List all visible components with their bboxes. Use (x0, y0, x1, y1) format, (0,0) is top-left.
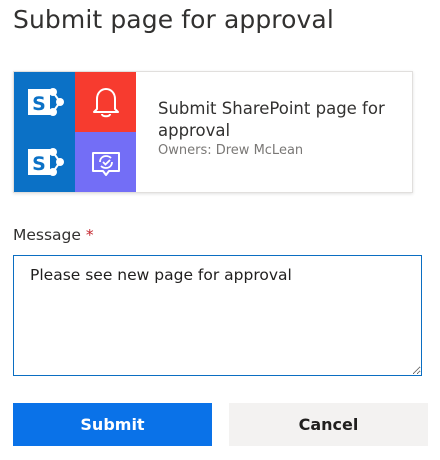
sharepoint-tile-2: S (14, 132, 75, 192)
flow-icon-grid: S S (14, 72, 136, 192)
flow-owners: Owners: Drew McLean (158, 143, 304, 158)
submit-button[interactable]: Submit (13, 403, 212, 446)
cancel-button[interactable]: Cancel (229, 403, 428, 446)
message-textarea[interactable]: Please see new page for approval (13, 255, 422, 376)
required-marker: * (85, 226, 94, 244)
flow-title: Submit SharePoint page for approval (158, 99, 385, 140)
flow-card: S S Submit SharePoint page for approval … (13, 71, 413, 193)
notification-tile (75, 72, 136, 132)
sharepoint-icon: S (27, 148, 64, 176)
approval-tile (75, 132, 136, 192)
svg-text:S: S (32, 153, 46, 175)
message-label-text: Message (13, 226, 81, 244)
message-label: Message * (13, 226, 94, 244)
flow-card-text: Submit SharePoint page for approval Owne… (136, 72, 398, 192)
svg-text:S: S (32, 93, 46, 115)
approval-icon (91, 152, 120, 176)
sharepoint-icon: S (27, 88, 64, 116)
approval-dialog: Submit page for approval S S Submit Shar… (0, 0, 440, 460)
page-title: Submit page for approval (13, 5, 334, 34)
sharepoint-tile: S (14, 72, 75, 132)
bell-notification-icon (92, 88, 119, 118)
